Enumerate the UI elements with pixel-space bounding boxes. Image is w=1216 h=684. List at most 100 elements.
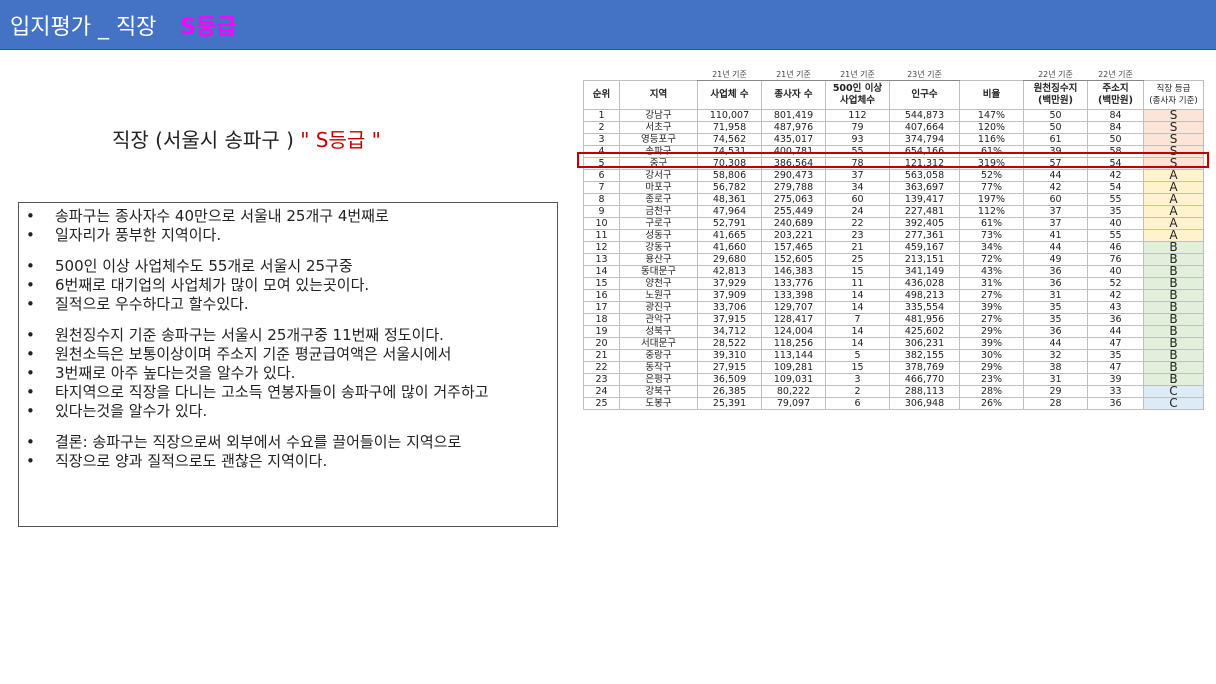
bullet-line: • 타지역으로 직장을 다니는 고소득 연봉자들이 송파구에 많이 거주하고 xyxy=(19,383,557,402)
table-cell: 74,531 xyxy=(697,145,762,158)
table-cell: 277,361 xyxy=(889,229,960,242)
bullet-line: • 500인 이상 사업체수도 55개로 서울시 25구중 xyxy=(19,257,557,276)
table-cell: 157,465 xyxy=(761,241,826,254)
grade-cell: S xyxy=(1143,109,1204,122)
table-row: 21 중랑구 39,310 113,144 5 382,155 30% 32 35 B xyxy=(583,349,1204,362)
table-cell: 37,909 xyxy=(697,289,762,302)
table-cell: 436,028 xyxy=(889,277,960,290)
table-cell: 24 xyxy=(583,385,620,398)
bullet-line: • 직장으로 양과 질적으로도 괜찮은 지역이다. xyxy=(19,452,557,471)
grade-cell: A xyxy=(1143,181,1204,194)
grade-cell: B xyxy=(1143,325,1204,338)
table-cell: 55 xyxy=(1087,193,1144,206)
bullet-dot-icon: • xyxy=(26,364,35,382)
table-cell: 11 xyxy=(825,277,890,290)
table-cell: 77% xyxy=(959,181,1024,194)
column-header: 지역 xyxy=(619,80,698,110)
table-cell: 43% xyxy=(959,265,1024,278)
table-row: 16 노원구 37,909 133,398 14 498,213 27% 31 42 B xyxy=(583,289,1204,302)
table-cell: 2 xyxy=(583,121,620,134)
ranking-table-container: 21년 기준 21년 기준 21년 기준 23년 기준 22년 기준 22년 기준 순위 지역… xyxy=(583,70,1204,410)
table-cell: 654,166 xyxy=(889,145,960,158)
table-cell: 동대문구 xyxy=(619,265,698,278)
table-cell: 109,031 xyxy=(761,373,826,386)
table-cell: 275,063 xyxy=(761,193,826,206)
grade-cell: B xyxy=(1143,349,1204,362)
table-cell: 50 xyxy=(1023,121,1088,134)
table-cell: 35 xyxy=(1087,349,1144,362)
table-cell: 48,361 xyxy=(697,193,762,206)
table-cell: 중랑구 xyxy=(619,349,698,362)
table-row: 5 중구 70,308 386,564 78 121,312 319% 57 54 S xyxy=(583,157,1204,170)
grade-cell: B xyxy=(1143,265,1204,278)
bullet-line: • 결론: 송파구는 직장으로써 외부에서 수요를 끌어들이는 지역으로 xyxy=(19,433,557,452)
table-cell: 27% xyxy=(959,313,1024,326)
table-cell: 459,167 xyxy=(889,241,960,254)
table-cell: 마포구 xyxy=(619,181,698,194)
subtitle: 직장 (서울시 송파구 ) " S등급 " xyxy=(112,124,381,153)
bullet-line: • 있다는것을 알수가 있다. xyxy=(19,402,557,421)
table-cell: 26% xyxy=(959,397,1024,410)
table-row: 19 성북구 34,712 124,004 14 425,602 29% 36 44 B xyxy=(583,325,1204,338)
year-basis-cell xyxy=(584,70,620,81)
bullet-dot-icon: • xyxy=(26,433,35,451)
table-cell: 374,794 xyxy=(889,133,960,146)
bullet-text: 타지역으로 직장을 다니는 고소득 연봉자들이 송파구에 많이 거주하고 xyxy=(55,383,489,401)
table-cell: 은평구 xyxy=(619,373,698,386)
table-cell: 구로구 xyxy=(619,217,698,230)
column-header: 주소지 (백만원) xyxy=(1087,80,1144,110)
table-cell: 23 xyxy=(583,373,620,386)
table-cell: 60 xyxy=(1023,193,1088,206)
table-cell: 113,144 xyxy=(761,349,826,362)
ranking-table: 21년 기준 21년 기준 21년 기준 23년 기준 22년 기준 22년 기준 순위 지역… xyxy=(583,70,1204,410)
table-cell: 116% xyxy=(959,133,1024,146)
grade-cell: S xyxy=(1143,157,1204,170)
table-cell: 서초구 xyxy=(619,121,698,134)
table-cell: 5 xyxy=(825,349,890,362)
table-row: 12 강동구 41,660 157,465 21 459,167 34% 44 46 B xyxy=(583,241,1204,254)
table-cell: 425,602 xyxy=(889,325,960,338)
grade-cell: A xyxy=(1143,229,1204,242)
year-basis-cell xyxy=(1144,70,1204,81)
table-row: 2 서초구 71,958 487,976 79 407,664 120% 50 84 S xyxy=(583,121,1204,134)
table-cell: 37 xyxy=(825,169,890,182)
table-cell: 52% xyxy=(959,169,1024,182)
table-cell: 39% xyxy=(959,301,1024,314)
table-cell: 36 xyxy=(1023,277,1088,290)
table-cell: 18 xyxy=(583,313,620,326)
table-cell: 33 xyxy=(1087,385,1144,398)
table-cell: 42 xyxy=(1087,169,1144,182)
bullet-text: 3번째로 아주 높다는것을 알수가 있다. xyxy=(55,364,296,382)
table-cell: 84 xyxy=(1087,121,1144,134)
table-cell: 13 xyxy=(583,253,620,266)
year-basis-cell: 21년 기준 xyxy=(697,70,762,81)
table-cell: 112 xyxy=(825,109,890,122)
table-cell: 용산구 xyxy=(619,253,698,266)
table-cell: 240,689 xyxy=(761,217,826,230)
table-cell: 79,097 xyxy=(761,397,826,410)
table-cell: 255,449 xyxy=(761,205,826,218)
page-title: 입지평가 _ 직장 xyxy=(10,15,157,40)
table-row: 20 서대문구 28,522 118,256 14 306,231 39% 44 47 B xyxy=(583,337,1204,350)
column-header: 비율 xyxy=(959,80,1024,110)
bullet-line: • 원천소득은 보통이상이며 주소지 기준 평균급여액은 서울시에서 xyxy=(19,345,557,364)
table-cell: 133,776 xyxy=(761,277,826,290)
table-cell: 36 xyxy=(1087,313,1144,326)
table-cell: 39 xyxy=(1023,145,1088,158)
table-cell: 481,956 xyxy=(889,313,960,326)
table-cell: 79 xyxy=(825,121,890,134)
table-cell: 40 xyxy=(1087,265,1144,278)
table-cell: 26,385 xyxy=(697,385,762,398)
table-cell: 544,873 xyxy=(889,109,960,122)
table-cell: 7 xyxy=(583,181,620,194)
table-cell: 28% xyxy=(959,385,1024,398)
table-cell: 435,017 xyxy=(761,133,826,146)
column-header: 원천징수지 (백만원) xyxy=(1023,80,1088,110)
table-cell: 55 xyxy=(825,145,890,158)
bullet-dot-icon: • xyxy=(26,326,35,344)
table-row: 1 강남구 110,007 801,419 112 544,873 147% 50 84 S xyxy=(583,109,1204,122)
table-cell: 22 xyxy=(825,217,890,230)
table-cell: 44 xyxy=(1023,169,1088,182)
year-basis-cell: 21년 기준 xyxy=(825,70,890,81)
grade-cell: A xyxy=(1143,205,1204,218)
